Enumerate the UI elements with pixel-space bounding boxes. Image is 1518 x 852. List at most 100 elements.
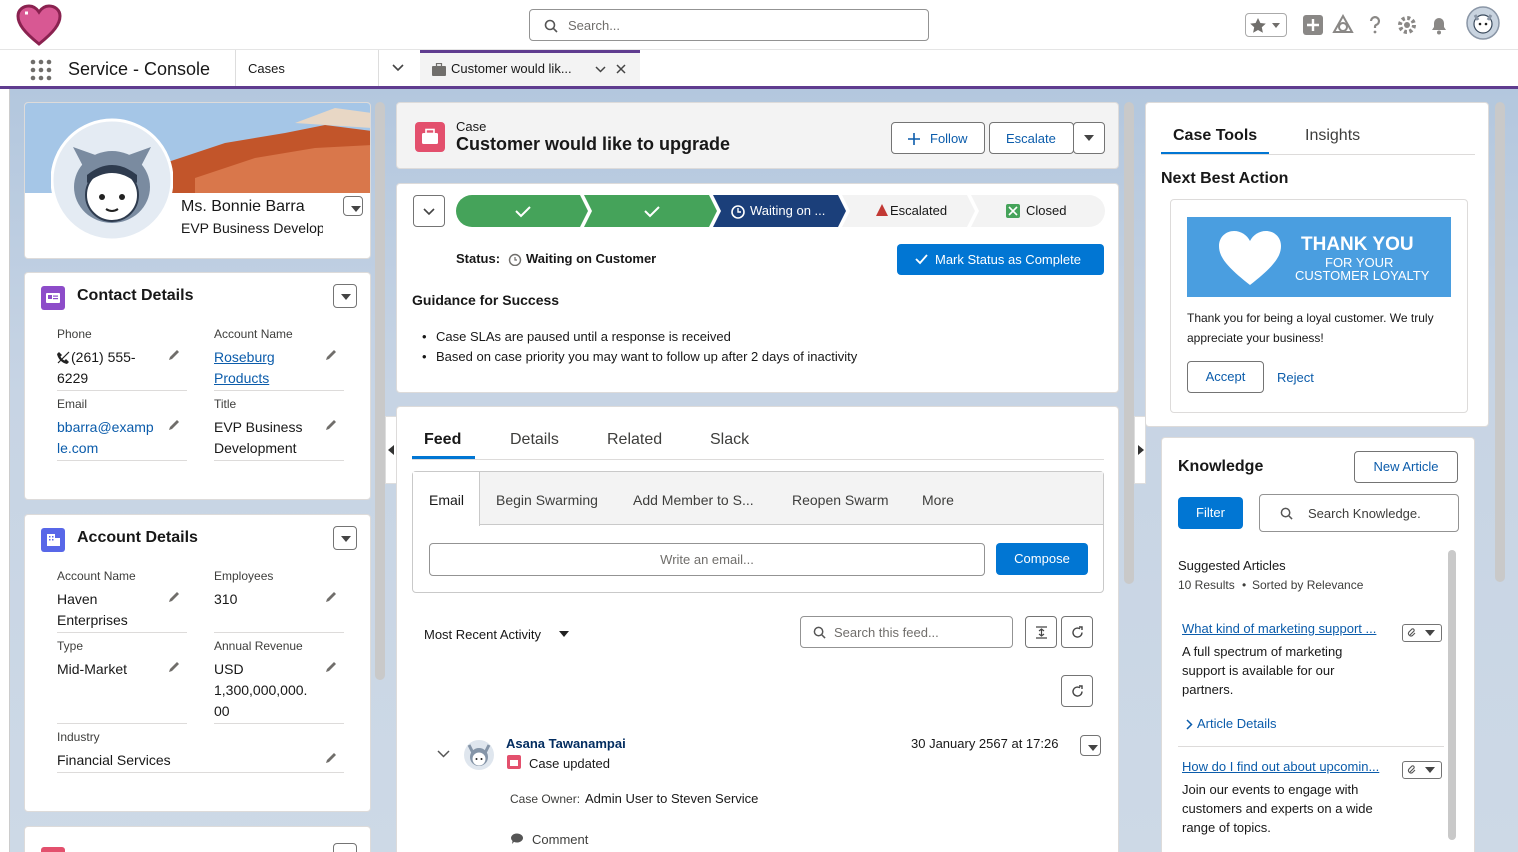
nav-menu-chevron-down-icon[interactable] <box>392 64 404 72</box>
edit-employees-pencil-icon[interactable] <box>324 590 338 604</box>
revenue-value-cont2[interactable]: 00 <box>214 701 230 722</box>
acct-name-value[interactable]: Haven <box>57 589 97 610</box>
phone-value-cont[interactable]: 6229 <box>57 368 88 389</box>
close-tab-icon[interactable] <box>616 64 626 74</box>
case-actions-dropdown[interactable] <box>1073 122 1105 154</box>
write-email-input[interactable]: Write an email... <box>429 543 985 576</box>
tab-slack[interactable]: Slack <box>710 431 749 449</box>
article-1-link[interactable]: What kind of marketing support ... <box>1182 621 1376 636</box>
title-value[interactable]: EVP Business <box>214 417 302 438</box>
escalate-label: Escalate <box>1006 131 1056 146</box>
email-link-cont[interactable]: le.com <box>57 438 98 459</box>
publisher-tab-email[interactable]: Email <box>429 492 464 508</box>
new-article-button[interactable]: New Article <box>1354 451 1458 483</box>
refresh-feed-button-2[interactable] <box>1061 675 1093 707</box>
path-collapse-button[interactable] <box>413 195 445 227</box>
account-name-link[interactable]: Roseburg <box>214 347 275 368</box>
feed-item-chevron-down-icon[interactable] <box>437 750 450 758</box>
sort-dropdown-icon[interactable] <box>559 631 569 637</box>
acct-name-value-cont[interactable]: Enterprises <box>57 610 128 631</box>
publisher-tab-reopen-swarm[interactable]: Reopen Swarm <box>792 492 889 508</box>
publisher-tab-add-member[interactable]: Add Member to S... <box>633 492 754 508</box>
add-icon[interactable] <box>1302 14 1324 36</box>
tab-details[interactable]: Details <box>510 431 559 449</box>
author-avatar[interactable] <box>463 739 495 771</box>
publisher-tab-more[interactable]: More <box>922 492 954 508</box>
tab-case-tools[interactable]: Case Tools <box>1173 127 1257 145</box>
global-search-input[interactable]: Search... <box>529 9 929 41</box>
tab-related[interactable]: Related <box>607 431 662 449</box>
guidance-title: Guidance for Success <box>412 292 560 308</box>
revenue-value-cont[interactable]: 1,300,000,000. <box>214 680 307 701</box>
favorites-star-icon[interactable] <box>1245 13 1287 37</box>
phone-value[interactable]: (261) 555- <box>71 347 136 368</box>
refresh-feed-button[interactable] <box>1061 616 1093 648</box>
record-tab[interactable]: Customer would lik... <box>420 50 640 87</box>
path-step-waiting[interactable]: Waiting on ... <box>750 203 825 218</box>
tab-insights[interactable]: Insights <box>1305 127 1360 145</box>
edit-industry-pencil-icon[interactable] <box>324 751 338 765</box>
collapse-all-button[interactable] <box>1025 616 1057 648</box>
title-value-cont[interactable]: Development <box>214 438 297 459</box>
accept-button[interactable]: Accept <box>1187 361 1264 393</box>
filter-button[interactable]: Filter <box>1178 497 1243 529</box>
edit-email-pencil-icon[interactable] <box>167 418 181 432</box>
account-details-dropdown[interactable] <box>333 526 357 550</box>
knowledge-search-placeholder: Search Knowledge. <box>1308 506 1421 521</box>
case-label: Case <box>456 119 487 134</box>
article-2-actions[interactable] <box>1402 761 1442 779</box>
object-tab-cases[interactable]: Cases <box>248 61 285 76</box>
compose-button[interactable]: Compose <box>996 543 1088 575</box>
gear-icon[interactable] <box>1396 14 1418 36</box>
account-name-link-cont[interactable]: Products <box>214 368 269 389</box>
knowledge-search-input[interactable]: Search Knowledge. <box>1259 494 1459 532</box>
user-avatar[interactable] <box>1466 6 1500 40</box>
comment-action[interactable]: Comment <box>532 832 588 847</box>
profile-actions-dropdown[interactable] <box>343 196 363 216</box>
feed-timestamp[interactable]: 30 January 2567 at 17:26 <box>911 736 1058 751</box>
type-label: Type <box>57 639 84 653</box>
edit-revenue-pencil-icon[interactable] <box>324 660 338 674</box>
mark-status-complete-button[interactable]: Mark Status as Complete <box>897 244 1104 275</box>
contact-details-dropdown[interactable] <box>333 284 357 308</box>
account-building-icon <box>41 528 65 552</box>
edit-type-pencil-icon[interactable] <box>167 660 181 674</box>
email-link[interactable]: bbarra@examp <box>57 417 154 438</box>
article-details-link[interactable]: Article Details <box>1197 716 1276 731</box>
left-scrollbar[interactable] <box>375 102 385 680</box>
publisher-tab-begin-swarming[interactable]: Begin Swarming <box>496 492 598 508</box>
knowledge-scrollbar[interactable] <box>1448 550 1456 840</box>
employees-value[interactable]: 310 <box>214 589 237 610</box>
nba-text-2: appreciate your business! <box>1187 331 1324 345</box>
feed-author-link[interactable]: Asana Tawanampai <box>506 736 626 751</box>
trailhead-icon[interactable] <box>1332 14 1354 36</box>
tab-chevron-down-icon[interactable] <box>595 66 606 73</box>
industry-value[interactable]: Financial Services <box>57 750 171 771</box>
help-icon[interactable] <box>1364 14 1386 36</box>
revenue-value[interactable]: USD <box>214 659 244 680</box>
center-scrollbar[interactable] <box>1124 102 1134 584</box>
app-logo-heart-icon[interactable] <box>16 4 62 46</box>
feed-search-input[interactable]: Search this feed... <box>800 616 1013 648</box>
article-2-link[interactable]: How do I find out about upcomin... <box>1182 759 1379 774</box>
app-name: Service - Console <box>68 59 211 79</box>
escalate-button[interactable]: Escalate <box>989 122 1074 154</box>
feed-sort-label[interactable]: Most Recent Activity <box>424 627 541 642</box>
notifications-bell-icon[interactable] <box>1428 14 1450 36</box>
tab-feed[interactable]: Feed <box>424 431 461 449</box>
article-1-actions[interactable] <box>1402 624 1442 642</box>
right-scrollbar[interactable] <box>1495 102 1505 582</box>
edit-title-pencil-icon[interactable] <box>324 418 338 432</box>
edit-acct-name-pencil-icon[interactable] <box>167 590 181 604</box>
collapse-right-button[interactable] <box>1134 416 1146 484</box>
follow-button[interactable]: Follow <box>891 122 985 154</box>
path-step-closed[interactable]: Closed <box>1026 203 1066 218</box>
edit-phone-pencil-icon[interactable] <box>167 348 181 362</box>
path-step-escalated[interactable]: Escalated <box>890 203 947 218</box>
edit-account-pencil-icon[interactable] <box>324 348 338 362</box>
reject-button[interactable]: Reject <box>1277 370 1314 385</box>
next-card-dropdown[interactable] <box>333 843 357 852</box>
app-launcher-icon[interactable] <box>30 59 52 81</box>
feed-item-actions-dropdown[interactable] <box>1080 735 1101 756</box>
type-value[interactable]: Mid-Market <box>57 659 127 680</box>
